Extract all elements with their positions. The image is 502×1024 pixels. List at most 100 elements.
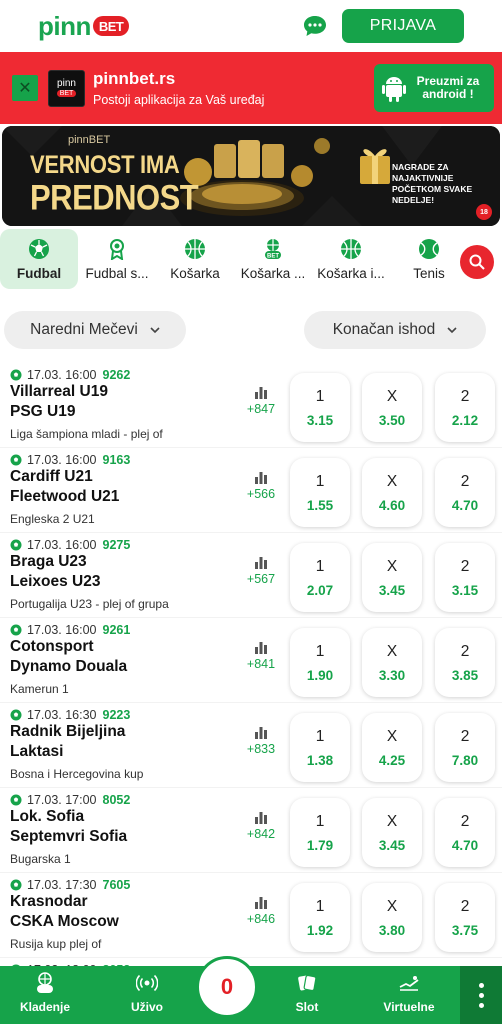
odd-home-button[interactable]: 1 1.90 bbox=[290, 628, 350, 697]
chat-icon[interactable] bbox=[302, 14, 328, 38]
odd-label: 1 bbox=[315, 727, 325, 745]
search-button[interactable] bbox=[460, 245, 494, 279]
match-list: 17.03. 16:00 9262 Villarreal U19 PSG U19… bbox=[0, 363, 502, 1024]
match-row[interactable]: 17.03. 16:00 9261 Cotonsport Dynamo Doua… bbox=[0, 618, 502, 703]
more-markets-button[interactable]: +842 bbox=[244, 810, 278, 841]
nav-slot[interactable]: Slot bbox=[272, 972, 342, 1014]
tab-fudbal-specijal[interactable]: Fudbal s... bbox=[78, 229, 156, 289]
app-download-banner: ✕ pinn BET pinnbet.rs Postoji aplikacija… bbox=[0, 52, 502, 124]
odd-draw-button[interactable]: X 3.50 bbox=[362, 373, 422, 442]
bet-basketball-icon: BET bbox=[265, 238, 281, 259]
odd-home-button[interactable]: 1 1.55 bbox=[290, 458, 350, 527]
home-team: Cotonsport bbox=[10, 638, 94, 655]
odd-draw-button[interactable]: X 4.60 bbox=[362, 458, 422, 527]
odd-label: X bbox=[386, 812, 398, 830]
match-meta: 17.03. 16:30 9223 bbox=[10, 708, 130, 722]
nav-label: Virtuelne bbox=[383, 1000, 435, 1014]
match-meta: 17.03. 16:00 9275 bbox=[10, 538, 130, 552]
more-markets-button[interactable]: +847 bbox=[244, 385, 278, 416]
odd-draw-button[interactable]: X 3.80 bbox=[362, 883, 422, 952]
tab-fudbal[interactable]: Fudbal bbox=[0, 229, 78, 289]
filters-bar: Naredni Mečevi Konačan ishod bbox=[0, 311, 502, 349]
period-select[interactable]: Naredni Mečevi bbox=[4, 311, 186, 349]
stats-bars-icon bbox=[255, 472, 267, 484]
odd-away-button[interactable]: 2 3.15 bbox=[435, 543, 495, 612]
odd-value: 1.90 bbox=[306, 667, 334, 683]
nav-virtuelne[interactable]: Virtuelne bbox=[374, 972, 444, 1014]
soccer-ball-icon bbox=[29, 238, 49, 259]
promo-banner[interactable]: pinnBET VERNOST IMA PREDNOST NAGRADE ZA … bbox=[2, 126, 500, 226]
login-button[interactable]: PRIJAVA bbox=[342, 9, 464, 43]
logo-bet-badge: BET bbox=[92, 16, 130, 36]
more-menu-button[interactable] bbox=[460, 966, 502, 1024]
tab-kosarka-igraci[interactable]: Košarka i... bbox=[312, 229, 390, 289]
match-code: 9262 bbox=[102, 368, 131, 382]
away-team: Dynamo Douala bbox=[10, 658, 128, 675]
odd-home-button[interactable]: 1 1.38 bbox=[290, 713, 350, 782]
more-markets-button[interactable]: +833 bbox=[244, 725, 278, 756]
away-team: CSKA Moscow bbox=[10, 913, 119, 930]
nav-uzivo[interactable]: Uživo bbox=[112, 972, 182, 1014]
match-row[interactable]: 17.03. 16:00 9163 Cardiff U21 Fleetwood … bbox=[0, 448, 502, 533]
odd-value: 2.12 bbox=[451, 412, 479, 428]
odd-home-button[interactable]: 1 2.07 bbox=[290, 543, 350, 612]
more-markets-count: +841 bbox=[246, 657, 276, 671]
odd-away-button[interactable]: 2 2.12 bbox=[435, 373, 495, 442]
odd-draw-button[interactable]: X 4.25 bbox=[362, 713, 422, 782]
more-markets-button[interactable]: +846 bbox=[244, 895, 278, 926]
odd-draw-button[interactable]: X 3.45 bbox=[362, 798, 422, 867]
odd-home-button[interactable]: 1 1.79 bbox=[290, 798, 350, 867]
match-row[interactable]: 17.03. 16:30 9223 Radnik Bijeljina Lakta… bbox=[0, 703, 502, 788]
more-markets-count: +846 bbox=[246, 912, 276, 926]
odd-away-button[interactable]: 2 4.70 bbox=[435, 798, 495, 867]
android-icon bbox=[382, 77, 406, 102]
tab-label: Fudbal bbox=[16, 265, 62, 281]
odd-away-button[interactable]: 2 7.80 bbox=[435, 713, 495, 782]
tab-label: Košarka bbox=[170, 265, 220, 281]
odd-value: 1.38 bbox=[306, 752, 334, 768]
odd-label: X bbox=[386, 642, 398, 660]
match-row[interactable]: 17.03. 16:00 9275 Braga U23 Leixoes U23 … bbox=[0, 533, 502, 618]
more-markets-button[interactable]: +566 bbox=[244, 470, 278, 501]
tab-kosarka[interactable]: Košarka bbox=[156, 229, 234, 289]
match-row[interactable]: 17.03. 16:00 9262 Villarreal U19 PSG U19… bbox=[0, 363, 502, 448]
odd-draw-button[interactable]: X 3.30 bbox=[362, 628, 422, 697]
tab-tenis[interactable]: Tenis bbox=[390, 229, 468, 289]
odd-value: 1.92 bbox=[306, 922, 334, 938]
tab-label: Košarka ... bbox=[240, 265, 306, 281]
nav-kladjenje[interactable]: Kladenje bbox=[10, 972, 80, 1014]
match-row[interactable]: 17.03. 17:00 8052 Lok. Sofia Septemvri S… bbox=[0, 788, 502, 873]
market-select[interactable]: Konačan ishod bbox=[304, 311, 486, 349]
pinnbet-logo[interactable]: pinn BET bbox=[38, 11, 130, 42]
odd-away-button[interactable]: 2 4.70 bbox=[435, 458, 495, 527]
svg-text:BET: BET bbox=[267, 253, 279, 259]
match-row[interactable]: 17.03. 17:30 7605 Krasnodar CSKA Moscow … bbox=[0, 873, 502, 958]
soccer-ball-icon bbox=[10, 454, 22, 466]
top-header: pinn BET PRIJAVA bbox=[0, 0, 502, 52]
away-team: Leixoes U23 bbox=[10, 573, 101, 590]
league-name: Bosna i Hercegovina kup bbox=[10, 767, 144, 781]
odd-home-button[interactable]: 1 1.92 bbox=[290, 883, 350, 952]
stats-bars-icon bbox=[255, 812, 267, 824]
odd-away-button[interactable]: 2 3.75 bbox=[435, 883, 495, 952]
ticket-button[interactable]: 0 bbox=[196, 956, 258, 1018]
match-time: 17.03. 17:30 bbox=[27, 878, 97, 892]
odd-label: 1 bbox=[315, 387, 325, 405]
basketball-icon bbox=[185, 238, 205, 259]
home-team: Lok. Sofia bbox=[10, 808, 85, 825]
odd-value: 4.60 bbox=[378, 497, 406, 513]
league-name: Bugarska 1 bbox=[10, 852, 71, 866]
odd-label: X bbox=[386, 897, 398, 915]
stats-bars-icon bbox=[255, 897, 267, 909]
close-icon[interactable]: ✕ bbox=[12, 75, 38, 101]
more-markets-button[interactable]: +841 bbox=[244, 640, 278, 671]
odd-value: 3.45 bbox=[378, 837, 406, 853]
tab-kosarka-bet[interactable]: BET Košarka ... bbox=[234, 229, 312, 289]
odd-home-button[interactable]: 1 3.15 bbox=[290, 373, 350, 442]
odd-away-button[interactable]: 2 3.85 bbox=[435, 628, 495, 697]
odd-draw-button[interactable]: X 3.45 bbox=[362, 543, 422, 612]
odd-label: 1 bbox=[315, 472, 325, 490]
match-meta: 17.03. 16:00 9261 bbox=[10, 623, 130, 637]
download-android-button[interactable]: Preuzmi za android ! bbox=[374, 64, 494, 112]
more-markets-button[interactable]: +567 bbox=[244, 555, 278, 586]
